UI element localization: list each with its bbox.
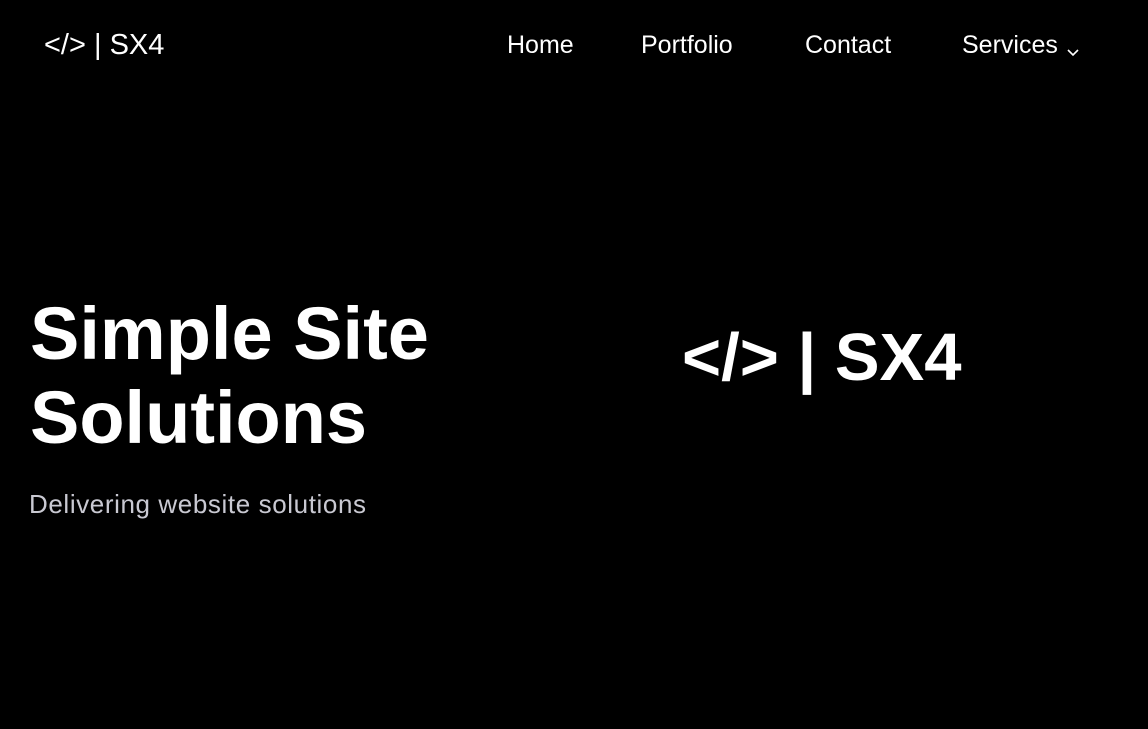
nav-contact-link[interactable]: Contact bbox=[805, 30, 891, 60]
nav-services-label: Services bbox=[962, 31, 1058, 59]
main-nav: Home Portfolio Contact Services bbox=[0, 30, 1148, 60]
nav-home-link[interactable]: Home bbox=[507, 30, 574, 60]
navbar: </> | SX4 Home Portfolio Contact Service… bbox=[0, 0, 1148, 90]
nav-services-dropdown[interactable]: Services bbox=[962, 30, 1080, 60]
hero-subtitle: Delivering website solutions bbox=[29, 489, 367, 519]
chevron-down-icon bbox=[1066, 36, 1080, 57]
hero-logo: </> | SX4 bbox=[682, 320, 962, 395]
hero-title-line-2: Solutions bbox=[30, 376, 368, 459]
hero-title: Simple Site Solutions bbox=[30, 292, 590, 460]
nav-portfolio-link[interactable]: Portfolio bbox=[641, 30, 733, 60]
hero-title-line-1: Simple Site bbox=[30, 292, 429, 375]
